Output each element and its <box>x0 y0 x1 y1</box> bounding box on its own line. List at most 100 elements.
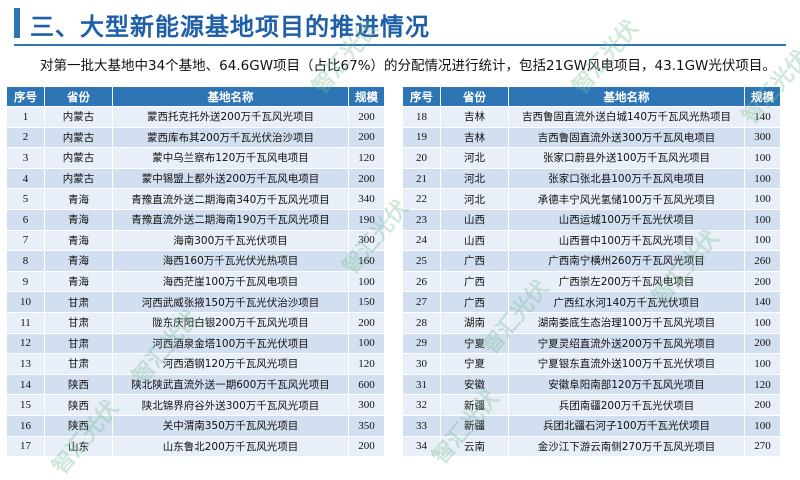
scale-value: 120 <box>348 353 385 375</box>
scale-value: 100 <box>744 147 781 169</box>
province: 吉林 <box>440 106 509 128</box>
province: 广西 <box>440 250 509 272</box>
province: 山西 <box>440 208 509 231</box>
base-name: 海西160万千瓦光伏光热项目 <box>112 250 349 272</box>
row-number: 9 <box>6 270 45 292</box>
table-row: 15 陕西 陕北锦界府谷外送300万千瓦风光项目 300 <box>6 394 385 416</box>
left-table-body: 1 内蒙古 蒙西托克托外送200万千瓦风光项目 200 2 内蒙古 蒙西库布其200万千瓦光… <box>6 106 385 457</box>
base-name: 吉西鲁固直流外送300万千瓦风电项目 <box>508 126 745 148</box>
title-bar: 三、大型新能源基地项目的推进情况 <box>0 0 800 46</box>
table-row: 29 宁夏 宁夏灵绍直流外送200万千瓦风光项目 200 <box>402 332 781 354</box>
table-row: 32 新疆 兵团南疆200万千瓦光伏项目 200 <box>402 394 781 416</box>
row-number: 21 <box>402 167 441 189</box>
table-row: 20 河北 张家口蔚县外送100万千瓦风光项目 100 <box>402 147 781 169</box>
scale-value: 100 <box>744 208 781 231</box>
base-name: 蒙西托克托外送200万千瓦风光项目 <box>112 106 349 128</box>
column-header: 省份 <box>440 86 509 107</box>
table-row: 25 广西 广西南宁横州260万千瓦风光项目 260 <box>402 250 781 272</box>
page-subtitle: 对第一批大基地中34个基地、64.6GW项目（占比67%）的分配情况进行统计，包… <box>40 58 776 74</box>
province: 广西 <box>440 291 509 313</box>
base-name: 金沙江下游云南侧270万千瓦风光项目 <box>508 435 745 457</box>
table-row: 34 云南 金沙江下游云南侧270万千瓦风光项目 270 <box>402 435 781 457</box>
scale-value: 200 <box>348 435 385 457</box>
base-name: 蒙中锡盟上都外送200万千瓦风电项目 <box>112 167 349 189</box>
province: 安徽 <box>440 373 509 395</box>
table-row: 6 青海 青豫直流外送二期海南190万千瓦风光项目 190 <box>6 208 385 231</box>
table-row: 27 广西 广西红水河140万千瓦光伏项目 140 <box>402 291 781 313</box>
province: 宁夏 <box>440 353 509 375</box>
scale-value: 140 <box>744 291 781 313</box>
base-name: 河西酒钢120万千瓦风光项目 <box>112 353 349 375</box>
base-name: 安徽阜阳南部120万千瓦风光项目 <box>508 373 745 395</box>
scale-value: 200 <box>348 167 385 189</box>
row-number: 12 <box>6 332 45 354</box>
province: 内蒙古 <box>44 147 113 169</box>
table-row: 4 内蒙古 蒙中锡盟上都外送200万千瓦风电项目 200 <box>6 167 385 189</box>
base-name: 青豫直流外送二期海南190万千瓦风光项目 <box>112 208 349 231</box>
scale-value: 120 <box>348 147 385 169</box>
table-row: 30 宁夏 宁夏银东直流外送100万千瓦光伏项目 100 <box>402 353 781 375</box>
scale-value: 300 <box>348 229 385 251</box>
table-row: 10 甘肃 河西武威张掖150万千瓦光伏治沙项目 150 <box>6 291 385 313</box>
scale-value: 300 <box>348 394 385 416</box>
row-number: 27 <box>402 291 441 313</box>
base-name: 宁夏银东直流外送100万千瓦光伏项目 <box>508 353 745 375</box>
row-number: 5 <box>6 188 45 210</box>
scale-value: 100 <box>348 332 385 354</box>
column-header: 序号 <box>402 86 441 107</box>
column-header: 规模 <box>744 86 781 107</box>
row-number: 13 <box>6 353 45 375</box>
table-row: 11 甘肃 陇东庆阳白银200万千瓦风光项目 200 <box>6 311 385 334</box>
province: 陕西 <box>44 414 113 436</box>
province: 河北 <box>440 188 509 210</box>
scale-value: 270 <box>744 435 781 457</box>
row-number: 25 <box>402 250 441 272</box>
scale-value: 140 <box>744 106 781 128</box>
scale-value: 200 <box>744 270 781 292</box>
row-number: 17 <box>6 435 45 457</box>
province: 青海 <box>44 250 113 272</box>
row-number: 30 <box>402 353 441 375</box>
row-number: 31 <box>402 373 441 395</box>
row-number: 26 <box>402 270 441 292</box>
province: 陕西 <box>44 394 113 416</box>
table-row: 31 安徽 安徽阜阳南部120万千瓦风光项目 120 <box>402 373 781 395</box>
province: 甘肃 <box>44 311 113 334</box>
table-row: 1 内蒙古 蒙西托克托外送200万千瓦风光项目 200 <box>6 106 385 128</box>
scale-value: 100 <box>744 167 781 189</box>
province: 内蒙古 <box>44 167 113 189</box>
base-name: 山西晋中100万千瓦风光项目 <box>508 229 745 251</box>
base-name: 河西武威张掖150万千瓦光伏治沙项目 <box>112 291 349 313</box>
right-table-container: 序号 省份 基地名称 规模 18 吉林 吉西鲁固直流外送白城140万千瓦风光热项目 140 1… <box>402 86 781 457</box>
column-header: 基地名称 <box>508 86 745 107</box>
row-number: 15 <box>6 394 45 416</box>
table-row: 28 湖南 湖南娄底生态治理100万千瓦风光项目 100 <box>402 311 781 334</box>
base-name: 广西红水河140万千瓦光伏项目 <box>508 291 745 313</box>
base-name: 广西南宁横州260万千瓦风光项目 <box>508 250 745 272</box>
base-name: 山东鲁北200万千瓦风光项目 <box>112 435 349 457</box>
row-number: 28 <box>402 311 441 334</box>
row-number: 18 <box>402 106 441 128</box>
province: 甘肃 <box>44 332 113 354</box>
province: 甘肃 <box>44 291 113 313</box>
table-row: 21 河北 张家口张北县100万千瓦风电项目 100 <box>402 167 781 189</box>
table-row: 12 甘肃 河西酒泉金塔100万千瓦光伏项目 100 <box>6 332 385 354</box>
scale-value: 100 <box>744 353 781 375</box>
table-row: 9 青海 海西茫崖100万千瓦风电项目 100 <box>6 270 385 292</box>
row-number: 6 <box>6 208 45 231</box>
province: 内蒙古 <box>44 126 113 148</box>
table-row: 33 新疆 兵团北疆石河子100万千瓦光伏项目 100 <box>402 414 781 436</box>
row-number: 16 <box>6 414 45 436</box>
row-number: 22 <box>402 188 441 210</box>
right-table-header-row: 序号 省份 基地名称 规模 <box>402 86 781 107</box>
province: 云南 <box>440 435 509 457</box>
table-row: 26 广西 广西崇左200万千瓦风电项目 200 <box>402 270 781 292</box>
province: 青海 <box>44 188 113 210</box>
base-name: 宁夏灵绍直流外送200万千瓦风光项目 <box>508 332 745 354</box>
right-project-table: 序号 省份 基地名称 规模 18 吉林 吉西鲁固直流外送白城140万千瓦风光热项目 140 1… <box>402 86 781 457</box>
province: 内蒙古 <box>44 106 113 128</box>
base-name: 陇东庆阳白银200万千瓦风光项目 <box>112 311 349 334</box>
title-divider <box>14 44 786 46</box>
scale-value: 200 <box>744 394 781 416</box>
left-table-header-row: 序号 省份 基地名称 规模 <box>6 86 385 107</box>
